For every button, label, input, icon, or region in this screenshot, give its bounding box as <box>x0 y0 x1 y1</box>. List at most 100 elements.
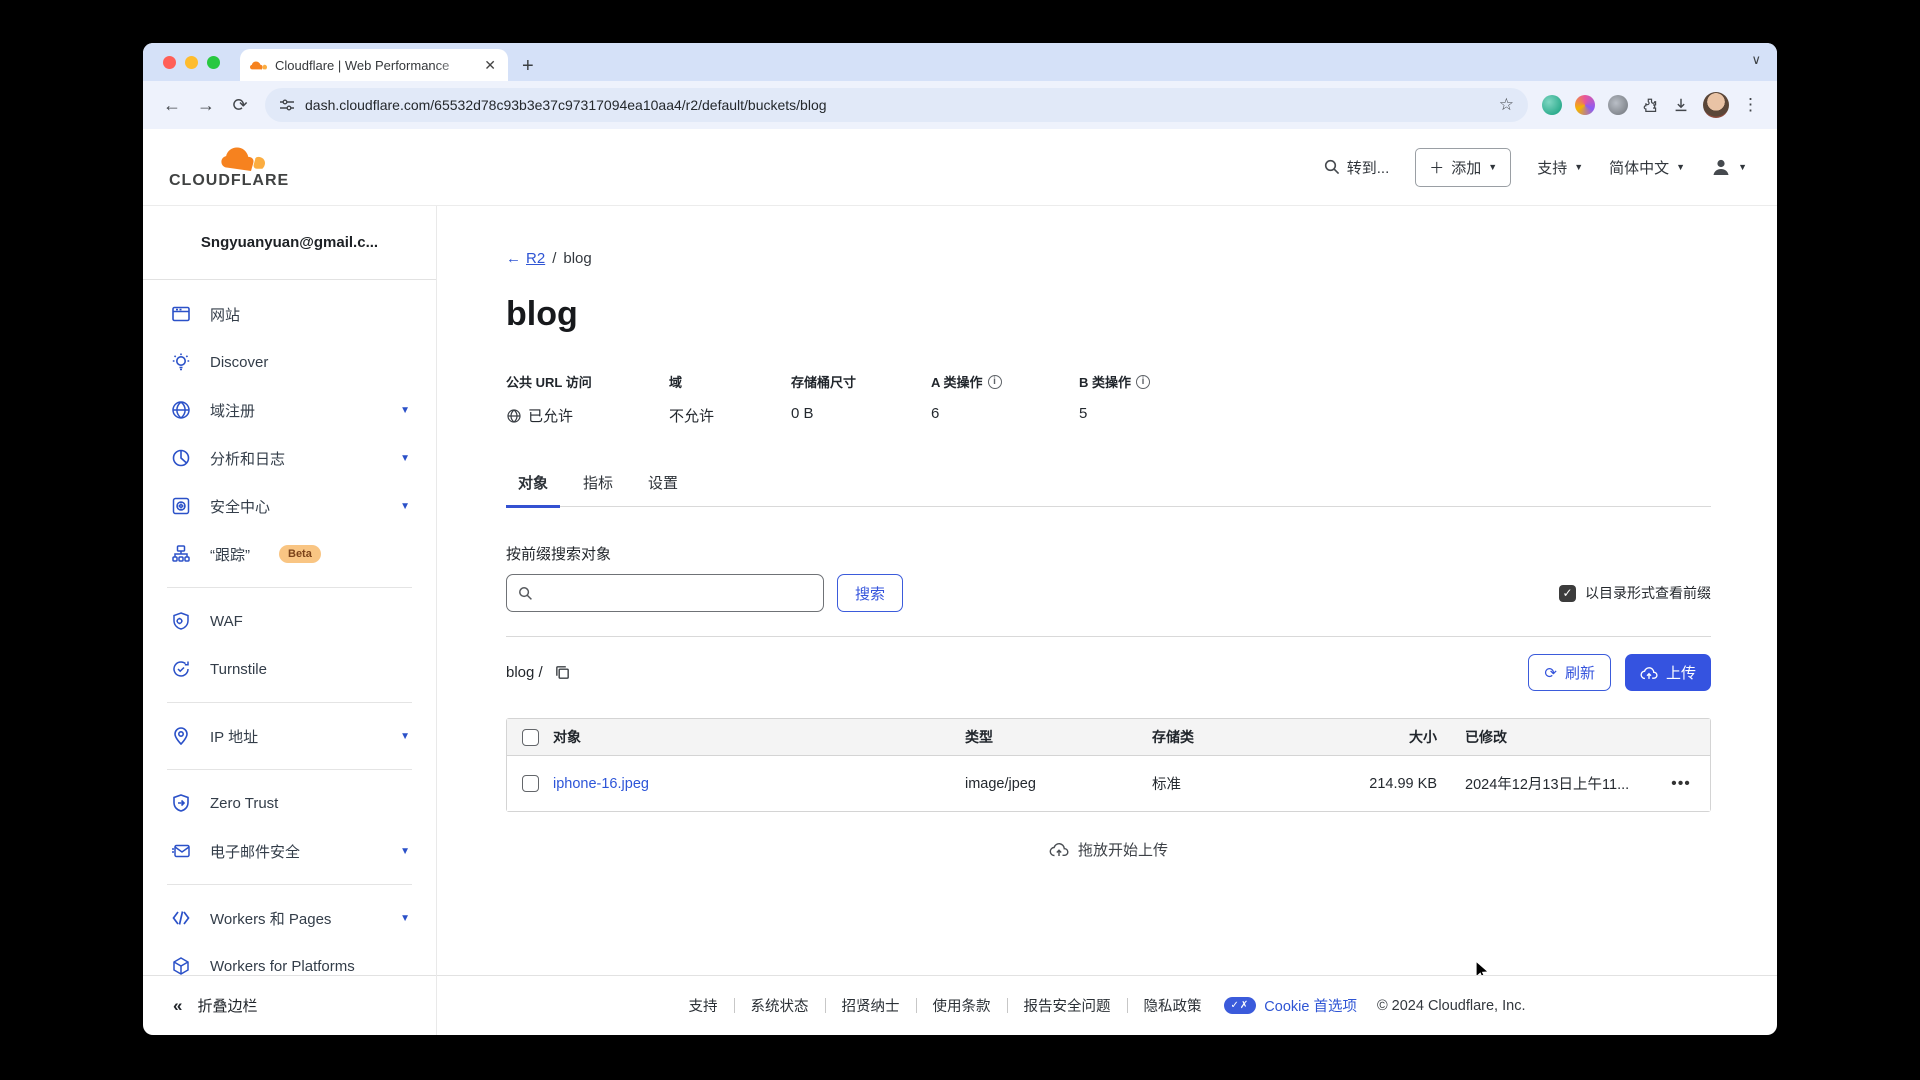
sidebar-item-turnstile[interactable]: Turnstile <box>143 645 436 693</box>
sidebar-item-domains[interactable]: 域注册 ▼ <box>143 386 436 434</box>
sidebar-item-zero-trust[interactable]: Zero Trust <box>143 779 436 827</box>
new-tab-button[interactable]: + <box>522 56 534 76</box>
row-checkbox[interactable] <box>522 775 539 792</box>
map-pin-icon <box>171 726 191 746</box>
language-menu[interactable]: 简体中文 ▼ <box>1609 157 1685 178</box>
footer-link-privacy[interactable]: 隐私政策 <box>1144 995 1202 1016</box>
upload-button[interactable]: 上传 <box>1625 654 1711 691</box>
add-button[interactable]: ＋ 添加 ▼ <box>1415 148 1511 187</box>
extension-icon[interactable] <box>1542 95 1562 115</box>
sidebar-item-security-center[interactable]: 安全中心 ▼ <box>143 482 436 530</box>
table-row[interactable]: iphone-16.jpeg image/jpeg 标准 214.99 KB 2… <box>507 756 1710 811</box>
sidebar-item-workers-for-platforms[interactable]: Workers for Platforms <box>143 942 436 975</box>
chevron-down-icon: ▼ <box>1738 162 1747 172</box>
footer-link-terms[interactable]: 使用条款 <box>933 995 991 1016</box>
footer-link-system-status[interactable]: 系统状态 <box>751 995 809 1016</box>
account-menu[interactable]: ▼ <box>1711 157 1747 177</box>
support-menu[interactable]: 支持 ▼ <box>1537 157 1583 178</box>
table-header: 对象 类型 存储类 大小 已修改 <box>507 719 1710 756</box>
app-header: CLOUDFLARE 转到... ＋ 添加 ▼ 支持 ▼ 简体中文 ▼ ▼ <box>143 129 1777 206</box>
footer: 支持 系统状态 招贤纳士 使用条款 报告安全问题 隐私政策 ✓✗ Cookie … <box>437 975 1777 1035</box>
copy-icon[interactable] <box>554 664 571 681</box>
maximize-window-button[interactable] <box>207 56 220 69</box>
tab-settings[interactable]: 设置 <box>636 472 690 506</box>
collapse-sidebar-button[interactable]: « 折叠边栏 <box>143 975 436 1035</box>
tab-close-icon[interactable]: ✕ <box>482 57 498 74</box>
info-icon[interactable]: i <box>1136 375 1150 389</box>
info-icon[interactable]: i <box>988 375 1002 389</box>
bucket-stats: 公共 URL 访问 已允许 域 不允许 存储桶尺寸 0 B <box>506 372 1711 426</box>
cloudflare-favicon-icon <box>250 60 267 71</box>
account-name[interactable]: Sngyuanyuan@gmail.c... <box>143 206 436 280</box>
cloudflare-logo[interactable]: CLOUDFLARE <box>169 146 289 189</box>
browser-toolbar: ← → ⟳ dash.cloudflare.com/65532d78c93b3e… <box>143 81 1777 129</box>
footer-link-support[interactable]: 支持 <box>689 995 718 1016</box>
select-all-checkbox[interactable] <box>522 729 539 746</box>
refresh-icon: ⟳ <box>1544 664 1557 682</box>
object-storage-class: 标准 <box>1152 773 1312 794</box>
sidebar-divider <box>167 702 412 703</box>
sidebar-item-discover[interactable]: Discover <box>143 338 436 386</box>
checkbox-checked-icon[interactable]: ✓ <box>1559 585 1576 602</box>
sidebar-item-email-security[interactable]: 电子邮件安全 ▼ <box>143 827 436 875</box>
bookmark-star-icon[interactable]: ☆ <box>1499 95 1514 115</box>
sidebar-item-trace[interactable]: “跟踪” Beta <box>143 530 436 578</box>
copyright-text: © 2024 Cloudflare, Inc. <box>1377 998 1526 1014</box>
forward-icon[interactable]: → <box>189 95 223 116</box>
close-window-button[interactable] <box>163 56 176 69</box>
extensions-puzzle-icon[interactable] <box>1641 96 1659 114</box>
search-button[interactable]: 搜索 <box>837 574 903 612</box>
sidebar-item-waf[interactable]: WAF <box>143 597 436 645</box>
chevron-down-icon: ▼ <box>1488 162 1497 172</box>
extension-icon[interactable] <box>1575 95 1595 115</box>
page-title: blog <box>506 295 1711 334</box>
plus-icon: ＋ <box>1429 157 1444 178</box>
arrow-left-icon: ← <box>506 250 521 267</box>
breadcrumb-current: blog <box>563 250 591 267</box>
envelope-icon <box>171 841 191 861</box>
object-link[interactable]: iphone-16.jpeg <box>553 776 649 792</box>
profile-avatar[interactable] <box>1703 92 1729 118</box>
browser-menu-icon[interactable]: ⋮ <box>1742 95 1759 115</box>
footer-link-report-security[interactable]: 报告安全问题 <box>1024 995 1111 1016</box>
section-divider <box>506 636 1711 637</box>
url-text[interactable]: dash.cloudflare.com/65532d78c93b3e37c973… <box>305 97 1489 113</box>
back-icon[interactable]: ← <box>155 95 189 116</box>
tab-metrics[interactable]: 指标 <box>571 472 625 506</box>
row-menu-icon[interactable]: ••• <box>1671 775 1691 792</box>
cloudflare-cloud-icon <box>215 146 267 172</box>
add-button-label: 添加 <box>1451 157 1481 178</box>
footer-link-careers[interactable]: 招贤纳士 <box>842 995 900 1016</box>
view-prefixes-toggle[interactable]: ✓ 以目录形式查看前缀 <box>1559 583 1711 603</box>
object-modified: 2024年12月13日上午11... <box>1437 773 1652 794</box>
sidebar-item-ip-addresses[interactable]: IP 地址 ▼ <box>143 712 436 760</box>
chevron-down-icon: ▼ <box>400 405 410 416</box>
minimize-window-button[interactable] <box>185 56 198 69</box>
prefix-search-input[interactable] <box>506 574 824 612</box>
refresh-button[interactable]: ⟳ 刷新 <box>1528 654 1611 691</box>
public-access-value: 已允许 <box>528 405 573 426</box>
traffic-lights <box>163 56 220 69</box>
sidebar-item-workers-pages[interactable]: Workers 和 Pages ▼ <box>143 894 436 942</box>
site-settings-icon[interactable] <box>279 97 295 113</box>
sidebar-item-websites[interactable]: 网站 <box>143 290 436 338</box>
sidebar-item-analytics[interactable]: 分析和日志 ▼ <box>143 434 436 482</box>
browser-tab[interactable]: Cloudflare | Web Performance ✕ <box>240 49 508 81</box>
extension-icon[interactable] <box>1608 95 1628 115</box>
double-chevron-left-icon: « <box>173 996 180 1016</box>
footer-link-cookie-preferences[interactable]: Cookie 首选项 <box>1264 995 1357 1016</box>
object-type: image/jpeg <box>965 776 1152 792</box>
url-bar[interactable]: dash.cloudflare.com/65532d78c93b3e37c973… <box>265 88 1528 122</box>
objects-table: 对象 类型 存储类 大小 已修改 iphone-16.jpeg image/jp… <box>506 718 1711 812</box>
cookie-consent-icon: ✓✗ <box>1224 997 1257 1014</box>
lightbulb-icon <box>171 352 191 372</box>
tab-search-icon[interactable]: ∨ <box>1751 52 1761 68</box>
reload-icon[interactable]: ⟳ <box>223 95 257 116</box>
search-icon <box>518 586 533 601</box>
class-a-ops-value: 6 <box>931 405 939 422</box>
breadcrumb-back-link[interactable]: ← R2 <box>506 250 545 267</box>
global-search[interactable]: 转到... <box>1324 157 1390 178</box>
download-icon[interactable] <box>1672 96 1690 114</box>
tab-objects[interactable]: 对象 <box>506 472 560 506</box>
toolbar-extensions: ⋮ <box>1536 92 1765 118</box>
